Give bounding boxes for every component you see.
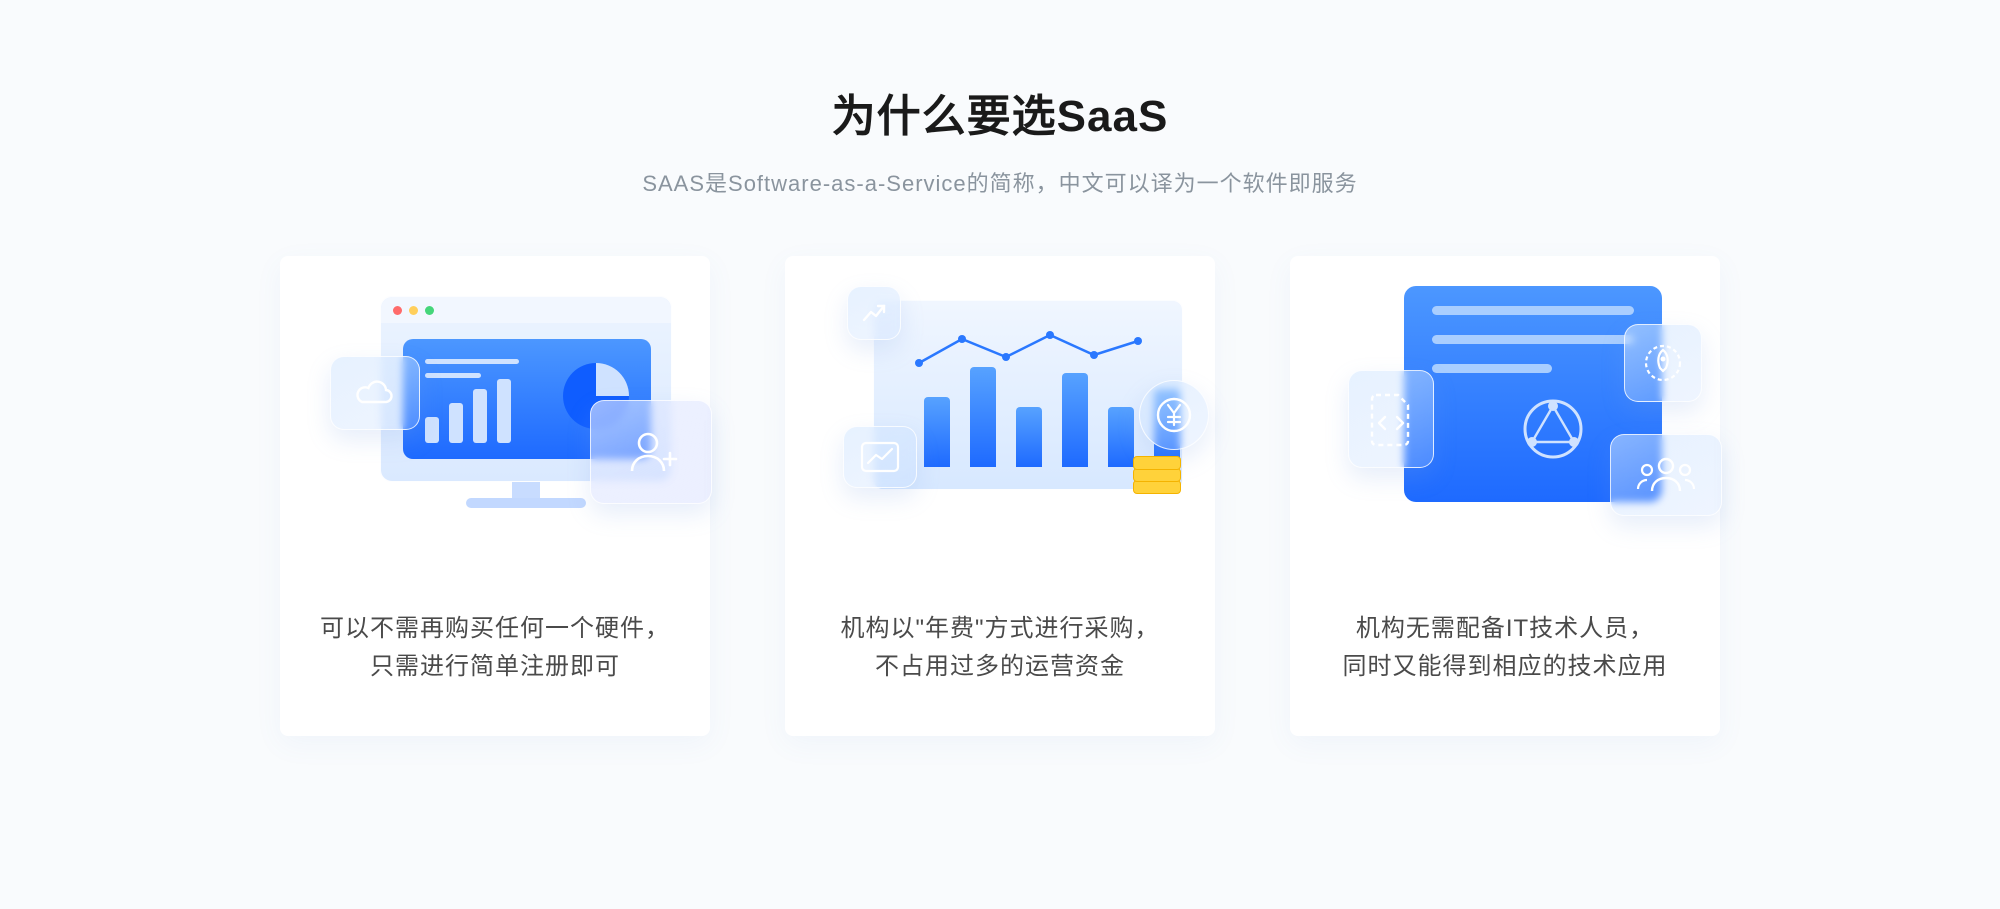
trend-up-icon <box>847 286 901 340</box>
coin-stack-icon <box>1133 452 1181 494</box>
cloud-icon <box>330 356 420 430</box>
section-title: 为什么要选SaaS <box>0 80 2000 144</box>
group-icon <box>1610 434 1722 516</box>
rocket-icon <box>1624 324 1702 402</box>
line-chart-icon <box>843 426 917 488</box>
card-text-line1: 机构以"年费"方式进行采购， <box>840 610 1159 648</box>
illustration-payment <box>821 286 1179 522</box>
illustration-tech <box>1326 286 1684 522</box>
section-subtitle: SAAS是Software-as-a-Service的简称，中文可以译为一个软件… <box>0 166 2000 198</box>
feature-card-tech: 机构无需配备IT技术人员， 同时又能得到相应的技术应用 <box>1290 256 1720 736</box>
card-text-line1: 可以不需再购买任何一个硬件， <box>320 610 670 648</box>
share-icon <box>1518 394 1588 464</box>
feature-card-payment: 机构以"年费"方式进行采购， 不占用过多的运营资金 <box>785 256 1215 736</box>
section-heading: 为什么要选SaaS SAAS是Software-as-a-Service的简称，… <box>0 80 2000 198</box>
card-text-line1: 机构无需配备IT技术人员， <box>1343 610 1668 648</box>
code-file-icon <box>1348 370 1434 468</box>
illustration-hardware <box>316 286 674 522</box>
card-text-line2: 只需进行简单注册即可 <box>320 648 670 686</box>
add-user-icon <box>590 400 712 504</box>
yen-currency-icon <box>1139 380 1209 450</box>
feature-cards-row: 可以不需再购买任何一个硬件， 只需进行简单注册即可 <box>280 256 1720 736</box>
feature-card-hardware: 可以不需再购买任何一个硬件， 只需进行简单注册即可 <box>280 256 710 736</box>
card-text-line2: 同时又能得到相应的技术应用 <box>1343 648 1668 686</box>
card-text-line2: 不占用过多的运营资金 <box>840 648 1159 686</box>
